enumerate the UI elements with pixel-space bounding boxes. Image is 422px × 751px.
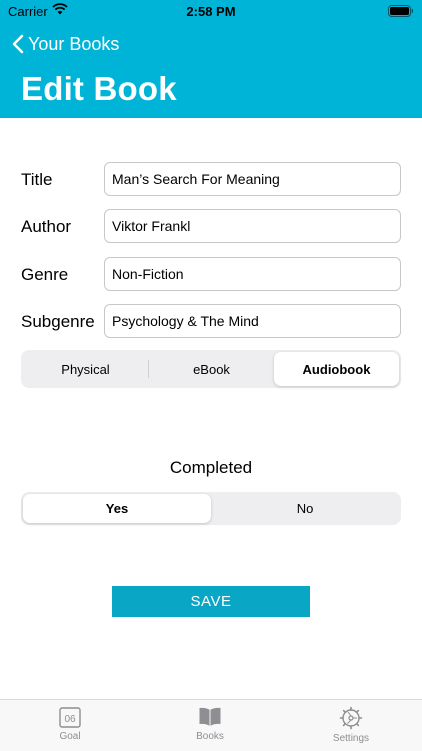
chevron-left-icon: [12, 34, 24, 54]
subgenre-row: Subgenre: [0, 304, 422, 340]
tab-books-label: Books: [196, 731, 224, 742]
completed-option-no[interactable]: No: [211, 494, 399, 523]
book-icon: [199, 707, 221, 726]
format-option-audiobook[interactable]: Audiobook: [274, 352, 399, 386]
completed-segmented-control: Yes No: [21, 492, 401, 525]
goal-badge-text: 06: [64, 714, 76, 725]
author-row: Author: [0, 209, 422, 245]
subgenre-input[interactable]: [104, 304, 401, 338]
format-option-physical[interactable]: Physical: [23, 352, 148, 386]
title-label: Title: [21, 170, 53, 189]
calendar-icon: 06: [59, 707, 81, 728]
author-label: Author: [21, 217, 72, 236]
tab-bar: 06 Goal Books Settings: [0, 699, 422, 751]
completed-option-yes[interactable]: Yes: [23, 494, 211, 523]
status-time: 2:58 PM: [186, 4, 236, 19]
tab-goal[interactable]: 06 Goal: [20, 706, 120, 742]
completed-label: Completed: [169, 458, 253, 477]
tab-settings-label: Settings: [332, 733, 370, 744]
author-input[interactable]: [104, 209, 401, 243]
title-input[interactable]: [104, 162, 401, 196]
genre-input[interactable]: [104, 257, 401, 291]
back-button-label: Your Books: [28, 33, 120, 54]
tab-settings[interactable]: Settings: [301, 706, 401, 744]
format-segmented-control: Physical eBook Audiobook: [21, 350, 401, 388]
tab-goal-label: Goal: [59, 731, 81, 742]
back-button[interactable]: Your Books: [12, 32, 119, 56]
page-title: Edit Book: [21, 70, 177, 107]
nav-header: Carrier 2:58 PM Your Books Edit Book: [0, 0, 422, 118]
format-option-ebook[interactable]: eBook: [149, 352, 274, 386]
gear-icon: [339, 706, 363, 730]
title-row: Title: [0, 162, 422, 198]
save-button[interactable]: SAVE: [112, 586, 310, 617]
battery-icon: [388, 5, 414, 20]
genre-label: Genre: [21, 265, 69, 284]
subgenre-label: Subgenre: [21, 312, 95, 331]
status-bar: Carrier 2:58 PM: [0, 0, 422, 24]
genre-row: Genre: [0, 257, 422, 293]
tab-books[interactable]: Books: [160, 706, 260, 742]
